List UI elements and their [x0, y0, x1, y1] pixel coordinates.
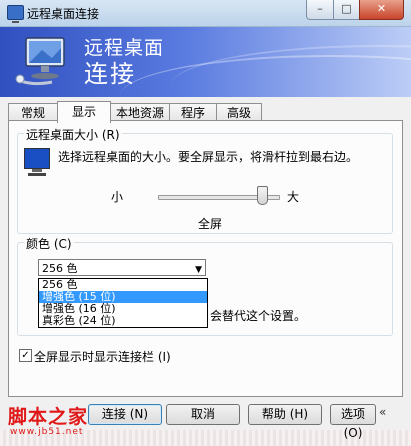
- tab-display[interactable]: 显示: [57, 101, 111, 123]
- colors-group: 颜色 (C) 256 色 ▼ 256 色 增强色 (15 位) 增强色 (16 …: [17, 235, 393, 336]
- color-depth-note: 会替代这个设置。: [210, 309, 307, 323]
- remote-desktop-logo-icon: [15, 37, 65, 86]
- fullscreen-bar-checkbox[interactable]: ✓: [19, 349, 32, 362]
- slider-max-label: 大: [287, 190, 300, 204]
- help-button[interactable]: 帮助 (H): [248, 404, 322, 425]
- minimize-button[interactable]: –: [306, 0, 334, 20]
- monitor-icon: [24, 148, 50, 178]
- window-title: 远程桌面连接: [27, 7, 100, 21]
- color-depth-selected: 256 色: [42, 262, 78, 275]
- display-tab-panel: 远程桌面大小 (R) 选择远程桌面的大小。要全屏显示，将滑杆拉到最右边。 小 大…: [8, 120, 403, 397]
- color-depth-option[interactable]: 真彩色 (24 位): [39, 315, 207, 327]
- double-chevron-left-icon[interactable]: «: [379, 405, 386, 419]
- colors-legend: 颜色 (C): [24, 235, 74, 252]
- title-bar[interactable]: 远程桌面连接 – □ ✕: [0, 0, 411, 27]
- remote-desktop-window: 远程桌面连接 – □ ✕ 远程桌面 连接 常规 显示 本地资源 程序 高级 远程…: [0, 0, 411, 446]
- app-icon: [7, 5, 24, 23]
- slider-min-label: 小: [111, 190, 124, 204]
- fullscreen-bar-label: 全屏显示时显示连接栏 (I): [34, 350, 171, 364]
- banner-title-line2: 连接: [84, 60, 136, 88]
- slider-value-label: 全屏: [198, 217, 223, 231]
- chevron-down-icon[interactable]: ▼: [195, 262, 202, 279]
- watermark-url: www.jb51.net: [10, 427, 84, 437]
- maximize-button[interactable]: □: [333, 0, 360, 20]
- watermark-text: 脚本之家: [8, 406, 89, 428]
- banner: 远程桌面 连接: [0, 27, 411, 97]
- display-size-group: 远程桌面大小 (R) 选择远程桌面的大小。要全屏显示，将滑杆拉到最右边。 小 大…: [17, 126, 393, 234]
- color-depth-dropdown-list: 256 色 增强色 (15 位) 增强色 (16 位) 真彩色 (24 位): [38, 278, 208, 328]
- banner-decoration: [170, 45, 411, 97]
- options-button[interactable]: 选项 (O): [330, 404, 376, 440]
- display-size-slider-thumb[interactable]: [257, 186, 268, 205]
- display-size-legend: 远程桌面大小 (R): [24, 126, 122, 143]
- display-size-description: 选择远程桌面的大小。要全屏显示，将滑杆拉到最右边。: [58, 150, 359, 164]
- close-button[interactable]: ✕: [359, 0, 404, 20]
- color-depth-select[interactable]: 256 色 ▼: [38, 259, 206, 276]
- cancel-button[interactable]: 取消: [166, 404, 240, 425]
- connect-button[interactable]: 连接 (N): [88, 404, 162, 425]
